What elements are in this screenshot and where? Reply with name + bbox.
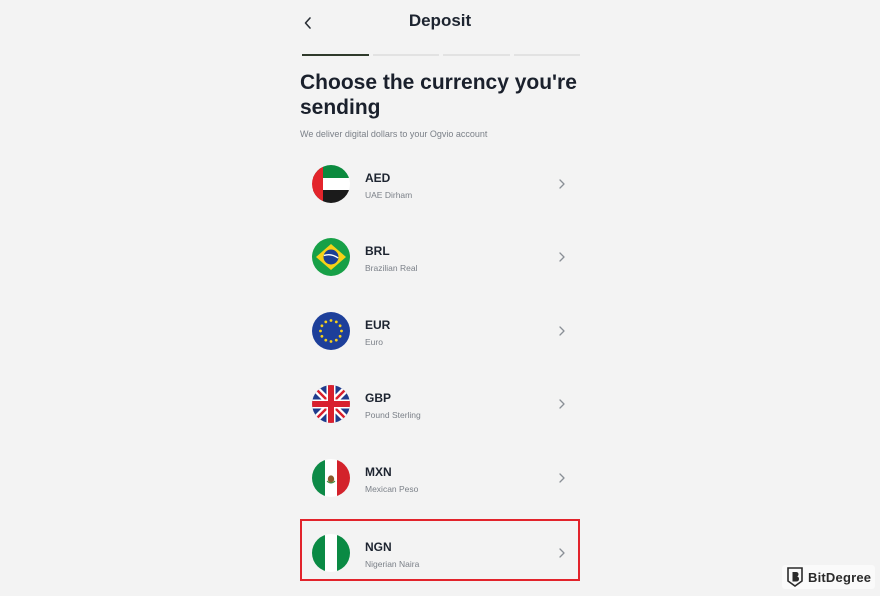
- currency-code: NGN: [365, 540, 392, 554]
- deposit-screen: Deposit Choose the currency you're sendi…: [0, 0, 880, 596]
- bitdegree-watermark: BitDegree: [782, 565, 876, 589]
- watermark-text: BitDegree: [808, 569, 872, 585]
- currency-code: MXN: [365, 465, 392, 479]
- currency-row-mxn[interactable]: MXN Mexican Peso: [300, 444, 580, 512]
- bitdegree-logo-icon: [787, 567, 803, 587]
- uk-flag-icon: [312, 385, 350, 423]
- mexico-flag-icon: [312, 459, 350, 497]
- currency-name: Nigerian Naira: [365, 559, 420, 569]
- page-title: Deposit: [408, 11, 472, 30]
- chevron-left-icon: [304, 17, 311, 29]
- step-progress: [302, 54, 580, 56]
- currency-name: Pound Sterling: [365, 410, 421, 420]
- chevron-right-icon: [559, 326, 565, 336]
- brazil-flag-icon: [312, 238, 350, 276]
- chevron-right-icon: [559, 179, 565, 189]
- currency-row-brl[interactable]: BRL Brazilian Real: [300, 223, 580, 291]
- chevron-right-icon: [559, 473, 565, 483]
- currency-name: Euro: [365, 337, 383, 347]
- currency-row-gbp[interactable]: GBP Pound Sterling: [300, 370, 580, 438]
- currency-name: UAE Dirham: [365, 190, 413, 200]
- step-indicator: [372, 54, 439, 56]
- currency-name: Brazilian Real: [365, 263, 418, 273]
- nigeria-flag-icon: [312, 534, 350, 572]
- chevron-right-icon: [559, 252, 565, 262]
- currency-row-ngn[interactable]: NGN Nigerian Naira: [300, 519, 580, 581]
- currency-code: GBP: [365, 391, 392, 405]
- currency-row-aed[interactable]: AED UAE Dirham: [300, 150, 580, 218]
- step-indicator: [302, 54, 369, 56]
- currency-row-eur[interactable]: EUR Euro: [300, 297, 580, 365]
- section-heading: Choose the currency you're sending: [300, 71, 577, 119]
- currency-name: Mexican Peso: [365, 484, 419, 494]
- uae-flag-icon: [312, 165, 350, 203]
- eu-flag-icon: [312, 312, 350, 350]
- back-button[interactable]: [298, 12, 318, 34]
- step-indicator: [443, 54, 510, 56]
- section-subtitle: We deliver digital dollars to your Ogvio…: [300, 129, 488, 139]
- currency-code: AED: [365, 171, 391, 185]
- chevron-right-icon: [559, 548, 565, 558]
- currency-code: EUR: [365, 318, 391, 332]
- step-indicator: [513, 54, 580, 56]
- chevron-right-icon: [559, 399, 565, 409]
- currency-code: BRL: [365, 244, 390, 258]
